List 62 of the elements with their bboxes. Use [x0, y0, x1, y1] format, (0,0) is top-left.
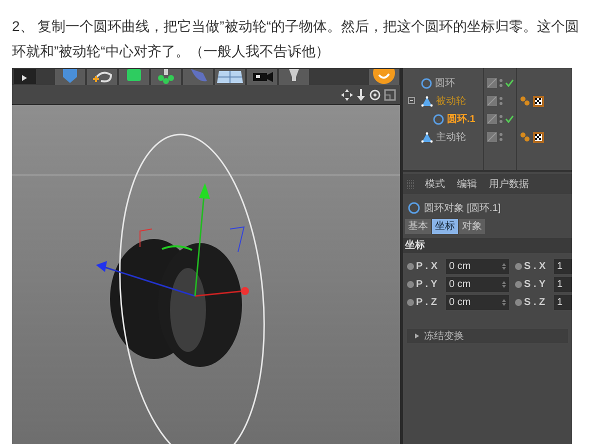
- menu-item[interactable]: 用户数据: [489, 176, 529, 192]
- rotate-view-icon[interactable]: [369, 88, 381, 100]
- clapperboard-icon[interactable]: [13, 69, 37, 85]
- move-view-icon[interactable]: [341, 88, 353, 100]
- array-icon[interactable]: [151, 69, 181, 85]
- check-icon[interactable]: [505, 79, 514, 87]
- input-field[interactable]: 1: [554, 276, 572, 292]
- collapse-icon[interactable]: [408, 97, 415, 104]
- null-object-icon: [421, 96, 433, 106]
- spline-pen-icon[interactable]: [87, 69, 117, 85]
- camera-icon[interactable]: [247, 69, 277, 85]
- object-name[interactable]: 主动轮: [436, 130, 466, 144]
- section-header: 坐标: [403, 238, 572, 253]
- visibility-dots-icon[interactable]: [499, 78, 503, 88]
- object-name[interactable]: 圆环.1: [447, 112, 476, 126]
- visibility-dots-icon[interactable]: [499, 96, 503, 106]
- menu-item[interactable]: 编辑: [457, 176, 477, 192]
- animation-dot-icon[interactable]: [407, 298, 414, 306]
- texture-tag-icon[interactable]: [533, 132, 544, 142]
- spinner-icon[interactable]: [502, 298, 506, 306]
- tab[interactable]: 基本: [405, 219, 431, 234]
- grip-icon: [407, 180, 415, 188]
- tab[interactable]: 坐标: [432, 219, 458, 234]
- group-header[interactable]: 冻结变换: [407, 329, 568, 343]
- subdivision-cube-icon[interactable]: [119, 69, 149, 85]
- object-name[interactable]: 圆环: [435, 76, 455, 90]
- menu-item[interactable]: 模式: [425, 176, 445, 192]
- field-label: P . Y: [416, 278, 438, 292]
- animation-dot-icon[interactable]: [407, 262, 414, 270]
- animation-dot-icon[interactable]: [515, 280, 522, 288]
- input-field[interactable]: 1: [554, 258, 572, 274]
- visibility-dots-icon[interactable]: [499, 114, 503, 124]
- field-label: S . Z: [524, 296, 546, 310]
- intro-paragraph: 2、 复制一个圆环曲线，把它当做”被动轮“的子物体。然后，把这个圆环的坐标归零。这个圆环就和”被动轮“中心对齐了。（一般人我不告诉他）: [11, 17, 580, 61]
- spinner-icon[interactable]: [502, 262, 506, 270]
- texture-tag-icon[interactable]: [533, 96, 544, 106]
- circle-spline-icon: [408, 202, 420, 214]
- input-field[interactable]: 1: [554, 294, 572, 310]
- animation-dot-icon[interactable]: [515, 298, 522, 306]
- circle-spline-icon: [421, 78, 432, 88]
- spinner-icon[interactable]: [502, 280, 506, 288]
- maximize-view-icon[interactable]: [384, 88, 396, 100]
- floor-grid-icon[interactable]: [215, 69, 245, 85]
- field-label: P . X: [416, 260, 438, 274]
- visibility-dots-icon[interactable]: [499, 132, 503, 142]
- animation-dot-icon[interactable]: [407, 280, 414, 288]
- object-title: 圆环对象 [圆环.1]: [424, 202, 501, 216]
- tab[interactable]: 对象: [459, 219, 485, 234]
- down-arrow-icon[interactable]: [356, 88, 366, 100]
- field-label: P . Z: [416, 296, 438, 310]
- field-label: S . X: [524, 260, 547, 274]
- phong-tag-icon[interactable]: [520, 132, 530, 142]
- cube-icon[interactable]: [55, 69, 85, 85]
- animation-dot-icon[interactable]: [515, 262, 522, 270]
- input-field[interactable]: 0 cm: [446, 294, 509, 310]
- check-icon[interactable]: [505, 115, 514, 123]
- input-field[interactable]: 0 cm: [446, 258, 509, 274]
- circle-spline-icon: [433, 114, 444, 124]
- phong-tag-icon[interactable]: [520, 96, 530, 106]
- input-field[interactable]: 0 cm: [446, 276, 509, 292]
- null-object-icon: [421, 132, 433, 142]
- field-label: S . Y: [524, 278, 546, 292]
